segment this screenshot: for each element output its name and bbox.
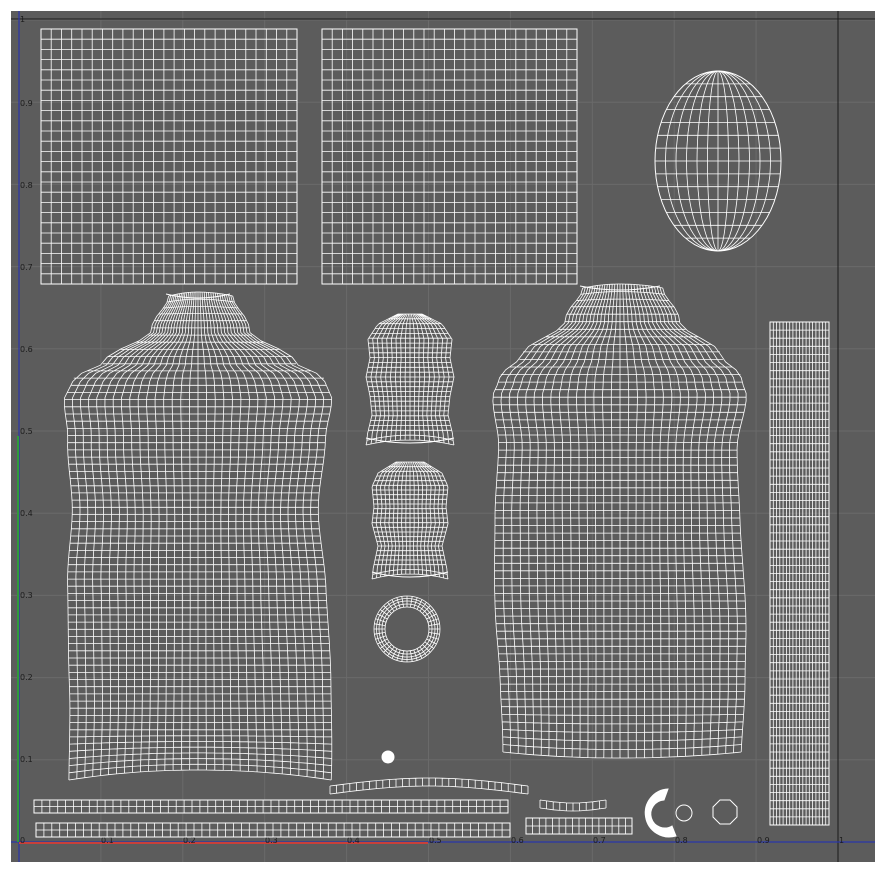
y-tick-label: 0.7 xyxy=(20,263,33,272)
x-tick-label: 0 xyxy=(20,836,25,845)
y-tick-label: 1 xyxy=(20,15,25,24)
x-tick-label: 0.9 xyxy=(757,836,770,845)
x-tick-label: 1 xyxy=(839,836,844,845)
y-tick-label: 0.9 xyxy=(20,99,33,108)
x-tick-label: 0.8 xyxy=(675,836,688,845)
x-tick-label: 0.7 xyxy=(593,836,606,845)
y-tick-label: 0.8 xyxy=(20,181,33,190)
x-tick-label: 0.6 xyxy=(511,836,524,845)
y-tick-label: 0.1 xyxy=(20,755,33,764)
y-tick-label: 0.3 xyxy=(20,591,33,600)
y-tick-label: 0.6 xyxy=(20,345,33,354)
y-tick-label: 0.2 xyxy=(20,673,33,682)
y-tick-label: 0.5 xyxy=(20,427,33,436)
uv-editor-viewport[interactable]: 0 0.1 0.2 0.3 0.4 0.5 0.6 0.7 0.8 0.9 1 … xyxy=(0,0,875,875)
y-tick-label: 0.4 xyxy=(20,509,33,518)
